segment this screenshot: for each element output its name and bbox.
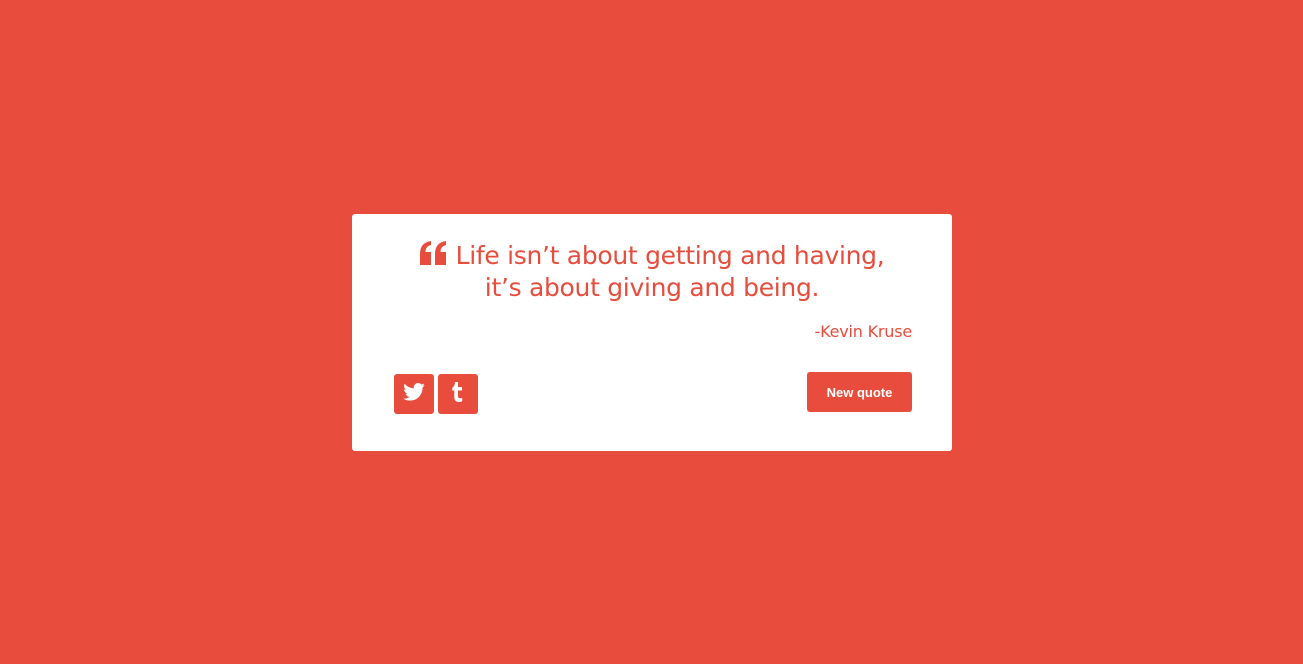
quote-card: Life isn’t about getting and having, it’…	[352, 214, 952, 451]
quote-author: -Kevin Kruse	[814, 322, 913, 341]
tweet-quote-button[interactable]	[394, 374, 434, 414]
quote-line-2: it’s about giving and being.	[484, 273, 820, 302]
twitter-icon	[403, 382, 425, 406]
new-quote-button[interactable]: New quote	[807, 372, 912, 412]
quote-line-1: Life isn’t about getting and having,	[455, 241, 885, 270]
quote-left-icon	[419, 241, 448, 265]
tumblr-quote-button[interactable]	[438, 374, 478, 414]
page-background: Life isn’t about getting and having, it’…	[0, 0, 1303, 664]
tumblr-icon	[452, 381, 464, 407]
quote-text: Life isn’t about getting and having, it’…	[392, 240, 912, 304]
